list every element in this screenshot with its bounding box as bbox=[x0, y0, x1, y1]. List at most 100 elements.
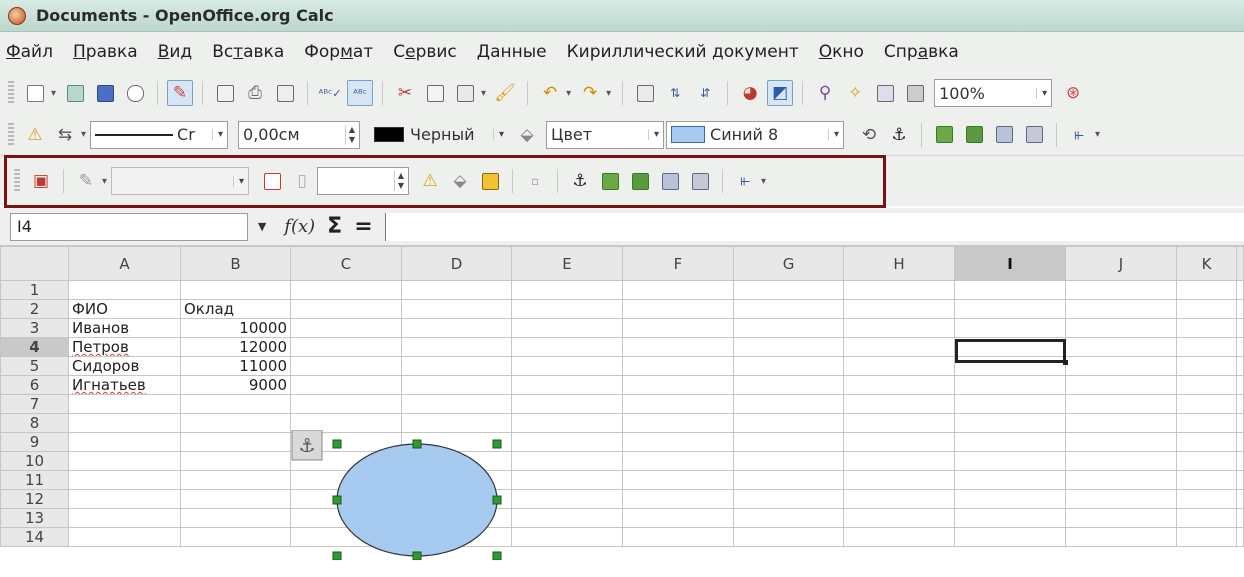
chevron-down-icon[interactable]: ▾ bbox=[233, 175, 244, 187]
export-pdf-icon[interactable] bbox=[212, 80, 238, 106]
cell-G2[interactable] bbox=[733, 299, 844, 319]
paste-icon[interactable] bbox=[452, 80, 478, 106]
cell-F1[interactable] bbox=[622, 280, 734, 300]
cell-F13[interactable] bbox=[622, 508, 734, 528]
cell-J12[interactable] bbox=[1065, 489, 1177, 509]
cell-G3[interactable] bbox=[733, 318, 844, 338]
bring-to-front-icon[interactable] bbox=[931, 122, 957, 148]
column-header-F[interactable]: F bbox=[622, 246, 734, 281]
cell-C7[interactable] bbox=[290, 394, 402, 414]
cell-H6[interactable] bbox=[843, 375, 955, 395]
resize-handle[interactable] bbox=[492, 439, 502, 449]
cell-K2[interactable] bbox=[1176, 299, 1237, 319]
cell-G7[interactable] bbox=[733, 394, 844, 414]
alignment-dropdown[interactable]: ▾ bbox=[1095, 129, 1100, 140]
cell-H8[interactable] bbox=[843, 413, 955, 433]
cell-C6[interactable] bbox=[290, 375, 402, 395]
chevron-down-icon[interactable]: ▾ bbox=[828, 129, 839, 140]
row-header-4[interactable]: 4 bbox=[0, 337, 69, 357]
cell-E10[interactable] bbox=[511, 451, 623, 471]
cell-H12[interactable] bbox=[843, 489, 955, 509]
function-wizard-icon[interactable]: f(x) bbox=[284, 216, 315, 237]
cell-F9[interactable] bbox=[622, 432, 734, 452]
cell-K12[interactable] bbox=[1176, 489, 1237, 509]
cell-K13[interactable] bbox=[1176, 508, 1237, 528]
cell-H4[interactable] bbox=[843, 337, 955, 357]
sort-ascending-icon[interactable]: ⇅ bbox=[662, 80, 688, 106]
menu-item-6[interactable]: Данные bbox=[477, 42, 547, 62]
cell-E2[interactable] bbox=[511, 299, 623, 319]
toolbar-handle[interactable] bbox=[8, 81, 14, 105]
to-background-icon[interactable] bbox=[687, 168, 713, 194]
cell-A3[interactable]: Иванов bbox=[68, 318, 181, 338]
spreadsheet-area[interactable]: ABCDEFGHIJK 1 2 ФИО Оклад 3 Иванов 10000 4 Петро… bbox=[0, 246, 1244, 577]
cell-A12[interactable] bbox=[68, 489, 181, 509]
fill-color-icon[interactable]: ⬙ bbox=[447, 168, 473, 194]
cell-G9[interactable] bbox=[733, 432, 844, 452]
sum-icon[interactable]: Σ bbox=[327, 214, 342, 239]
cell-F11[interactable] bbox=[622, 470, 734, 490]
row-header-6[interactable]: 6 bbox=[0, 375, 69, 395]
column-header-J[interactable]: J bbox=[1065, 246, 1177, 281]
cell-I8[interactable] bbox=[954, 413, 1066, 433]
help-icon[interactable]: ⊛ bbox=[1060, 80, 1086, 106]
column-header-K[interactable]: K bbox=[1176, 246, 1237, 281]
show-draw-functions-icon[interactable]: ◩ bbox=[767, 80, 794, 106]
cell-E6[interactable] bbox=[511, 375, 623, 395]
cell-A2[interactable]: ФИО bbox=[68, 299, 181, 319]
cell-K4[interactable] bbox=[1176, 337, 1237, 357]
chevron-down-icon[interactable]: ▾ bbox=[493, 129, 504, 140]
cell-J2[interactable] bbox=[1065, 299, 1177, 319]
row-header-11[interactable]: 11 bbox=[0, 470, 69, 490]
alignment-icon[interactable]: ⫦ bbox=[1066, 122, 1092, 148]
column-header-D[interactable]: D bbox=[401, 246, 512, 281]
cell-E9[interactable] bbox=[511, 432, 623, 452]
chevron-down-icon[interactable]: ▾ bbox=[648, 129, 659, 140]
style-combo[interactable]: ▾ bbox=[111, 167, 250, 195]
line-icon[interactable]: ⚠ bbox=[22, 122, 48, 148]
cell-B3[interactable]: 10000 bbox=[180, 318, 291, 338]
cell-K9[interactable] bbox=[1176, 432, 1237, 452]
shadow-icon[interactable] bbox=[477, 168, 503, 194]
cell-J8[interactable] bbox=[1065, 413, 1177, 433]
paste-dropdown[interactable]: ▾ bbox=[481, 88, 486, 99]
data-sources-icon[interactable] bbox=[902, 80, 928, 106]
open-folder-icon[interactable] bbox=[62, 80, 88, 106]
cell-J3[interactable] bbox=[1065, 318, 1177, 338]
zoom-combo[interactable]: 100% ▾ bbox=[934, 79, 1053, 107]
cell-J4[interactable] bbox=[1065, 337, 1177, 357]
cell-G6[interactable] bbox=[733, 375, 844, 395]
resize-handle[interactable] bbox=[492, 551, 502, 560]
cell-K7[interactable] bbox=[1176, 394, 1237, 414]
cell-J10[interactable] bbox=[1065, 451, 1177, 471]
cell-K1[interactable] bbox=[1176, 280, 1237, 300]
menu-item-5[interactable]: Сервис bbox=[393, 42, 457, 62]
resize-handle[interactable] bbox=[412, 551, 422, 560]
cell-B12[interactable] bbox=[180, 489, 291, 509]
spellcheck-icon[interactable]: ᴬᴮᶜ✓ bbox=[317, 80, 343, 106]
cell-G12[interactable] bbox=[733, 489, 844, 509]
cell-A10[interactable] bbox=[68, 451, 181, 471]
cell-G10[interactable] bbox=[733, 451, 844, 471]
cell-B9[interactable] bbox=[180, 432, 291, 452]
cell-D3[interactable] bbox=[401, 318, 512, 338]
cell-H1[interactable] bbox=[843, 280, 955, 300]
cell-F8[interactable] bbox=[622, 413, 734, 433]
autospellcheck-icon[interactable]: ᴬᴮᶜ bbox=[347, 80, 374, 106]
cell-F14[interactable] bbox=[622, 527, 734, 547]
cell-H2[interactable] bbox=[843, 299, 955, 319]
cell-A4[interactable]: Петров bbox=[68, 337, 181, 357]
row-header-8[interactable]: 8 bbox=[0, 413, 69, 433]
function-icon[interactable]: = bbox=[354, 214, 372, 239]
sort-descending-icon[interactable]: ⇵ bbox=[692, 80, 718, 106]
line-width-spin[interactable]: 0,00см ▲ ▼ bbox=[238, 120, 361, 149]
arrow-style-icon[interactable]: ⇆ bbox=[52, 122, 78, 148]
ellipse-shape[interactable]: ⚓ bbox=[290, 430, 510, 560]
email-icon[interactable] bbox=[122, 80, 148, 106]
menu-item-8[interactable]: Окно bbox=[819, 42, 864, 62]
cell-E5[interactable] bbox=[511, 356, 623, 376]
cell-C2[interactable] bbox=[290, 299, 402, 319]
cell-I3[interactable] bbox=[954, 318, 1066, 338]
alignment-icon[interactable]: ⫦ bbox=[732, 168, 758, 194]
cell-J7[interactable] bbox=[1065, 394, 1177, 414]
